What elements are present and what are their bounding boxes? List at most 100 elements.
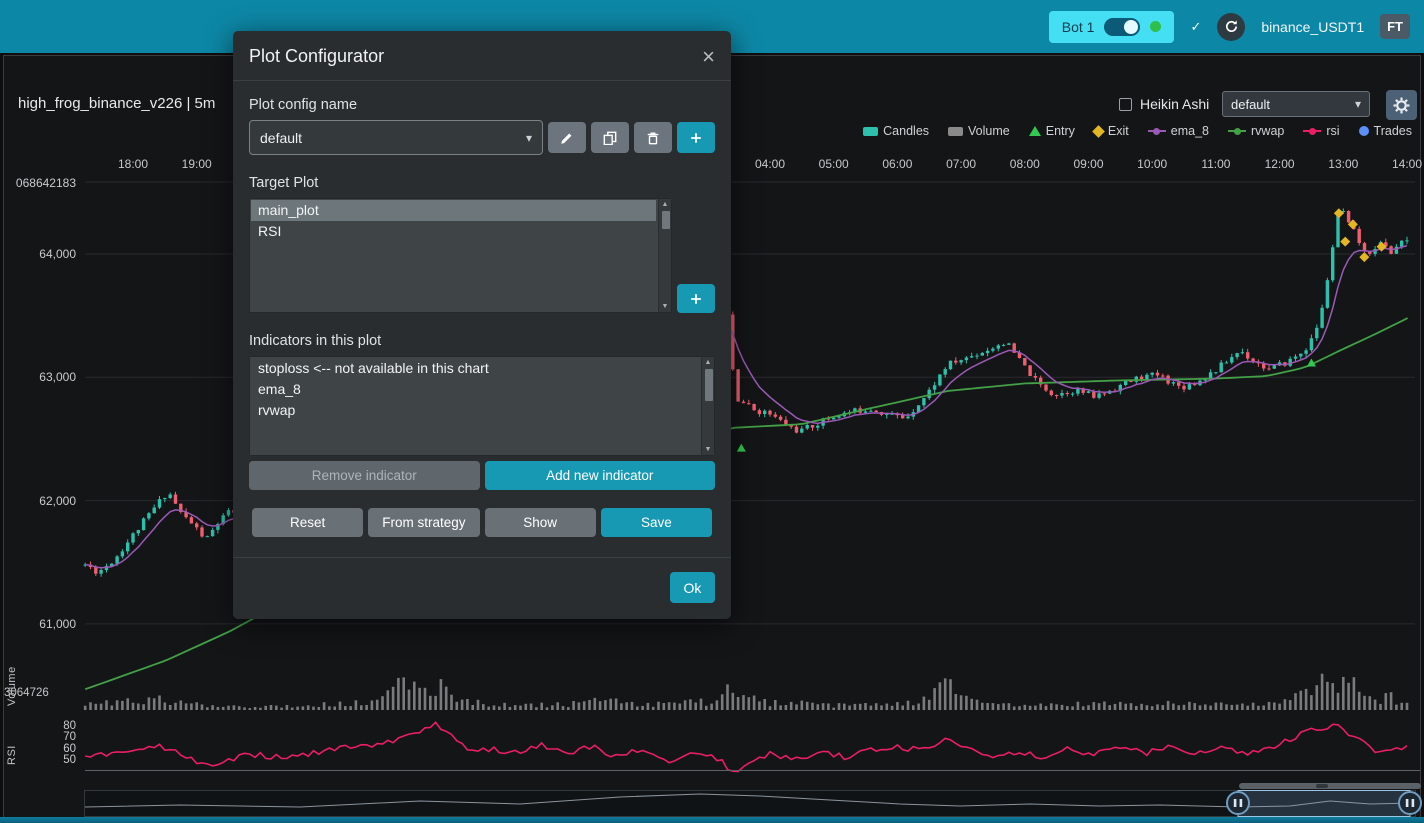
chart-title: high_frog_binance_v226 | 5m (18, 95, 215, 112)
legend-label: ema_8 (1171, 124, 1209, 138)
target-plot-list[interactable]: ▲ ▼ main_plotRSI (249, 198, 672, 313)
ok-button[interactable]: Ok (670, 572, 715, 603)
account-name: binance_USDT1 (1261, 19, 1364, 35)
x-axis-label: 07:00 (946, 157, 976, 171)
x-axis-label: 14:00 (1392, 157, 1422, 171)
from-strategy-button[interactable]: From strategy (368, 508, 479, 537)
plus-icon (689, 292, 703, 306)
legend-label: Trades (1374, 124, 1412, 138)
add-config-button[interactable] (677, 122, 715, 153)
price-axis-top-label: 068642183 (0, 176, 76, 190)
scroll-down-icon[interactable]: ▼ (662, 303, 669, 310)
delete-config-button[interactable] (634, 122, 672, 153)
scrollbar[interactable]: ▲ ▼ (658, 199, 671, 312)
plot-config-name-select[interactable]: default ▾ (249, 120, 543, 155)
chart-config-select-value: default (1231, 97, 1270, 112)
legend-item-rvwap[interactable]: rvwap (1228, 124, 1284, 138)
legend-item-trades[interactable]: Trades (1359, 124, 1412, 138)
chart-legend: Candles Volume Entry Exit ema_8 rvwap rsi Trade… (863, 124, 1412, 138)
legend-item-ema_8[interactable]: ema_8 (1148, 124, 1209, 138)
legend-label: Candles (883, 124, 929, 138)
indicators-list[interactable]: ▲ ▼ stoploss <-- not available in this c… (249, 356, 715, 456)
legend-label: rvwap (1251, 124, 1284, 138)
indicators-label: Indicators in this plot (249, 333, 715, 349)
list-item[interactable]: rvwap (251, 400, 699, 421)
x-axis-label: 18:00 (118, 157, 148, 171)
plot-config-name-label: Plot config name (249, 97, 715, 113)
plot-configurator-button[interactable] (1386, 90, 1417, 120)
scroll-down-icon[interactable]: ▼ (705, 446, 712, 453)
bottom-accent-bar (0, 817, 1424, 823)
volume-marker-icon (948, 127, 963, 136)
list-item[interactable]: stoploss <-- not available in this chart (251, 358, 699, 379)
ema_8-marker-icon (1148, 127, 1166, 136)
scroll-up-icon[interactable]: ▲ (662, 201, 669, 208)
price-axis-label: 63,000 (0, 370, 76, 384)
close-icon[interactable]: × (702, 47, 715, 67)
legend-label: Volume (968, 124, 1010, 138)
x-axis-label: 19:00 (182, 157, 212, 171)
scrollbar[interactable]: ▲ ▼ (701, 357, 714, 455)
entry-marker-icon (1029, 126, 1041, 136)
pencil-icon (560, 131, 574, 145)
gear-icon (1393, 97, 1410, 114)
add-new-indicator-button[interactable]: Add new indicator (485, 461, 716, 490)
list-item[interactable]: main_plot (251, 200, 656, 221)
modal-body: Plot config name default ▾ (233, 97, 731, 537)
plus-icon (689, 131, 703, 145)
legend-item-entry[interactable]: Entry (1029, 124, 1075, 138)
price-axis-label: 64,000 (0, 247, 76, 261)
modal-title: Plot Configurator (249, 46, 384, 67)
plot-config-name-value: default (260, 130, 302, 146)
trades-marker-icon (1359, 126, 1369, 136)
copy-config-button[interactable] (591, 122, 629, 153)
bot-toggle[interactable] (1104, 18, 1140, 36)
rsi-marker-icon (1303, 127, 1321, 136)
price-axis-label: 62,000 (0, 494, 76, 508)
refresh-icon (1224, 19, 1239, 34)
heikin-ashi-label: Heikin Ashi (1140, 96, 1209, 112)
show-button[interactable]: Show (485, 508, 596, 537)
toggle-knob (1124, 20, 1138, 34)
legend-item-volume[interactable]: Volume (948, 124, 1010, 138)
refresh-button[interactable] (1217, 13, 1245, 41)
candles-marker-icon (863, 127, 878, 136)
remove-indicator-button[interactable]: Remove indicator (249, 461, 480, 490)
heikin-ashi-checkbox[interactable] (1119, 98, 1132, 111)
scrollbar-thumb[interactable] (705, 369, 713, 401)
legend-item-rsi[interactable]: rsi (1303, 124, 1339, 138)
x-axis-label: 09:00 (1073, 157, 1103, 171)
ft-logo[interactable]: FT (1380, 14, 1410, 39)
rvwap-marker-icon (1228, 127, 1246, 136)
freqtrade-ui: high_frog_binance_v226 | 5m Heikin Ashi … (0, 0, 1424, 823)
x-axis-label: 05:00 (819, 157, 849, 171)
scrollbar-thumb[interactable] (662, 211, 670, 229)
edit-config-button[interactable] (548, 122, 586, 153)
list-item[interactable]: ema_8 (251, 379, 699, 400)
check-icon: ✓ (1190, 19, 1201, 35)
rsi-axis-name: RSI (6, 729, 18, 765)
chart-config-select[interactable]: default ▾ (1222, 91, 1370, 117)
x-axis-label: 08:00 (1010, 157, 1040, 171)
add-plot-button[interactable] (677, 284, 715, 313)
target-plot-label: Target Plot (249, 175, 715, 191)
x-axis-label: 12:00 (1265, 157, 1295, 171)
legend-item-candles[interactable]: Candles (863, 124, 929, 138)
legend-label: rsi (1326, 124, 1339, 138)
chevron-down-icon: ▾ (526, 131, 532, 145)
reset-button[interactable]: Reset (252, 508, 363, 537)
bot-name: Bot 1 (1062, 19, 1095, 35)
x-axis-label: 10:00 (1137, 157, 1167, 171)
scroll-up-icon[interactable]: ▲ (705, 359, 712, 366)
x-axis-label: 04:00 (755, 157, 785, 171)
copy-icon (603, 131, 617, 145)
exit-marker-icon (1092, 125, 1105, 138)
save-button[interactable]: Save (601, 508, 712, 537)
volume-axis-name: Volume (6, 650, 18, 706)
legend-label: Exit (1108, 124, 1129, 138)
x-axis-label: 13:00 (1328, 157, 1358, 171)
x-axis-label: 06:00 (882, 157, 912, 171)
list-item[interactable]: RSI (251, 221, 656, 242)
bot-selector[interactable]: Bot 1 (1049, 11, 1175, 43)
legend-item-exit[interactable]: Exit (1094, 124, 1129, 138)
